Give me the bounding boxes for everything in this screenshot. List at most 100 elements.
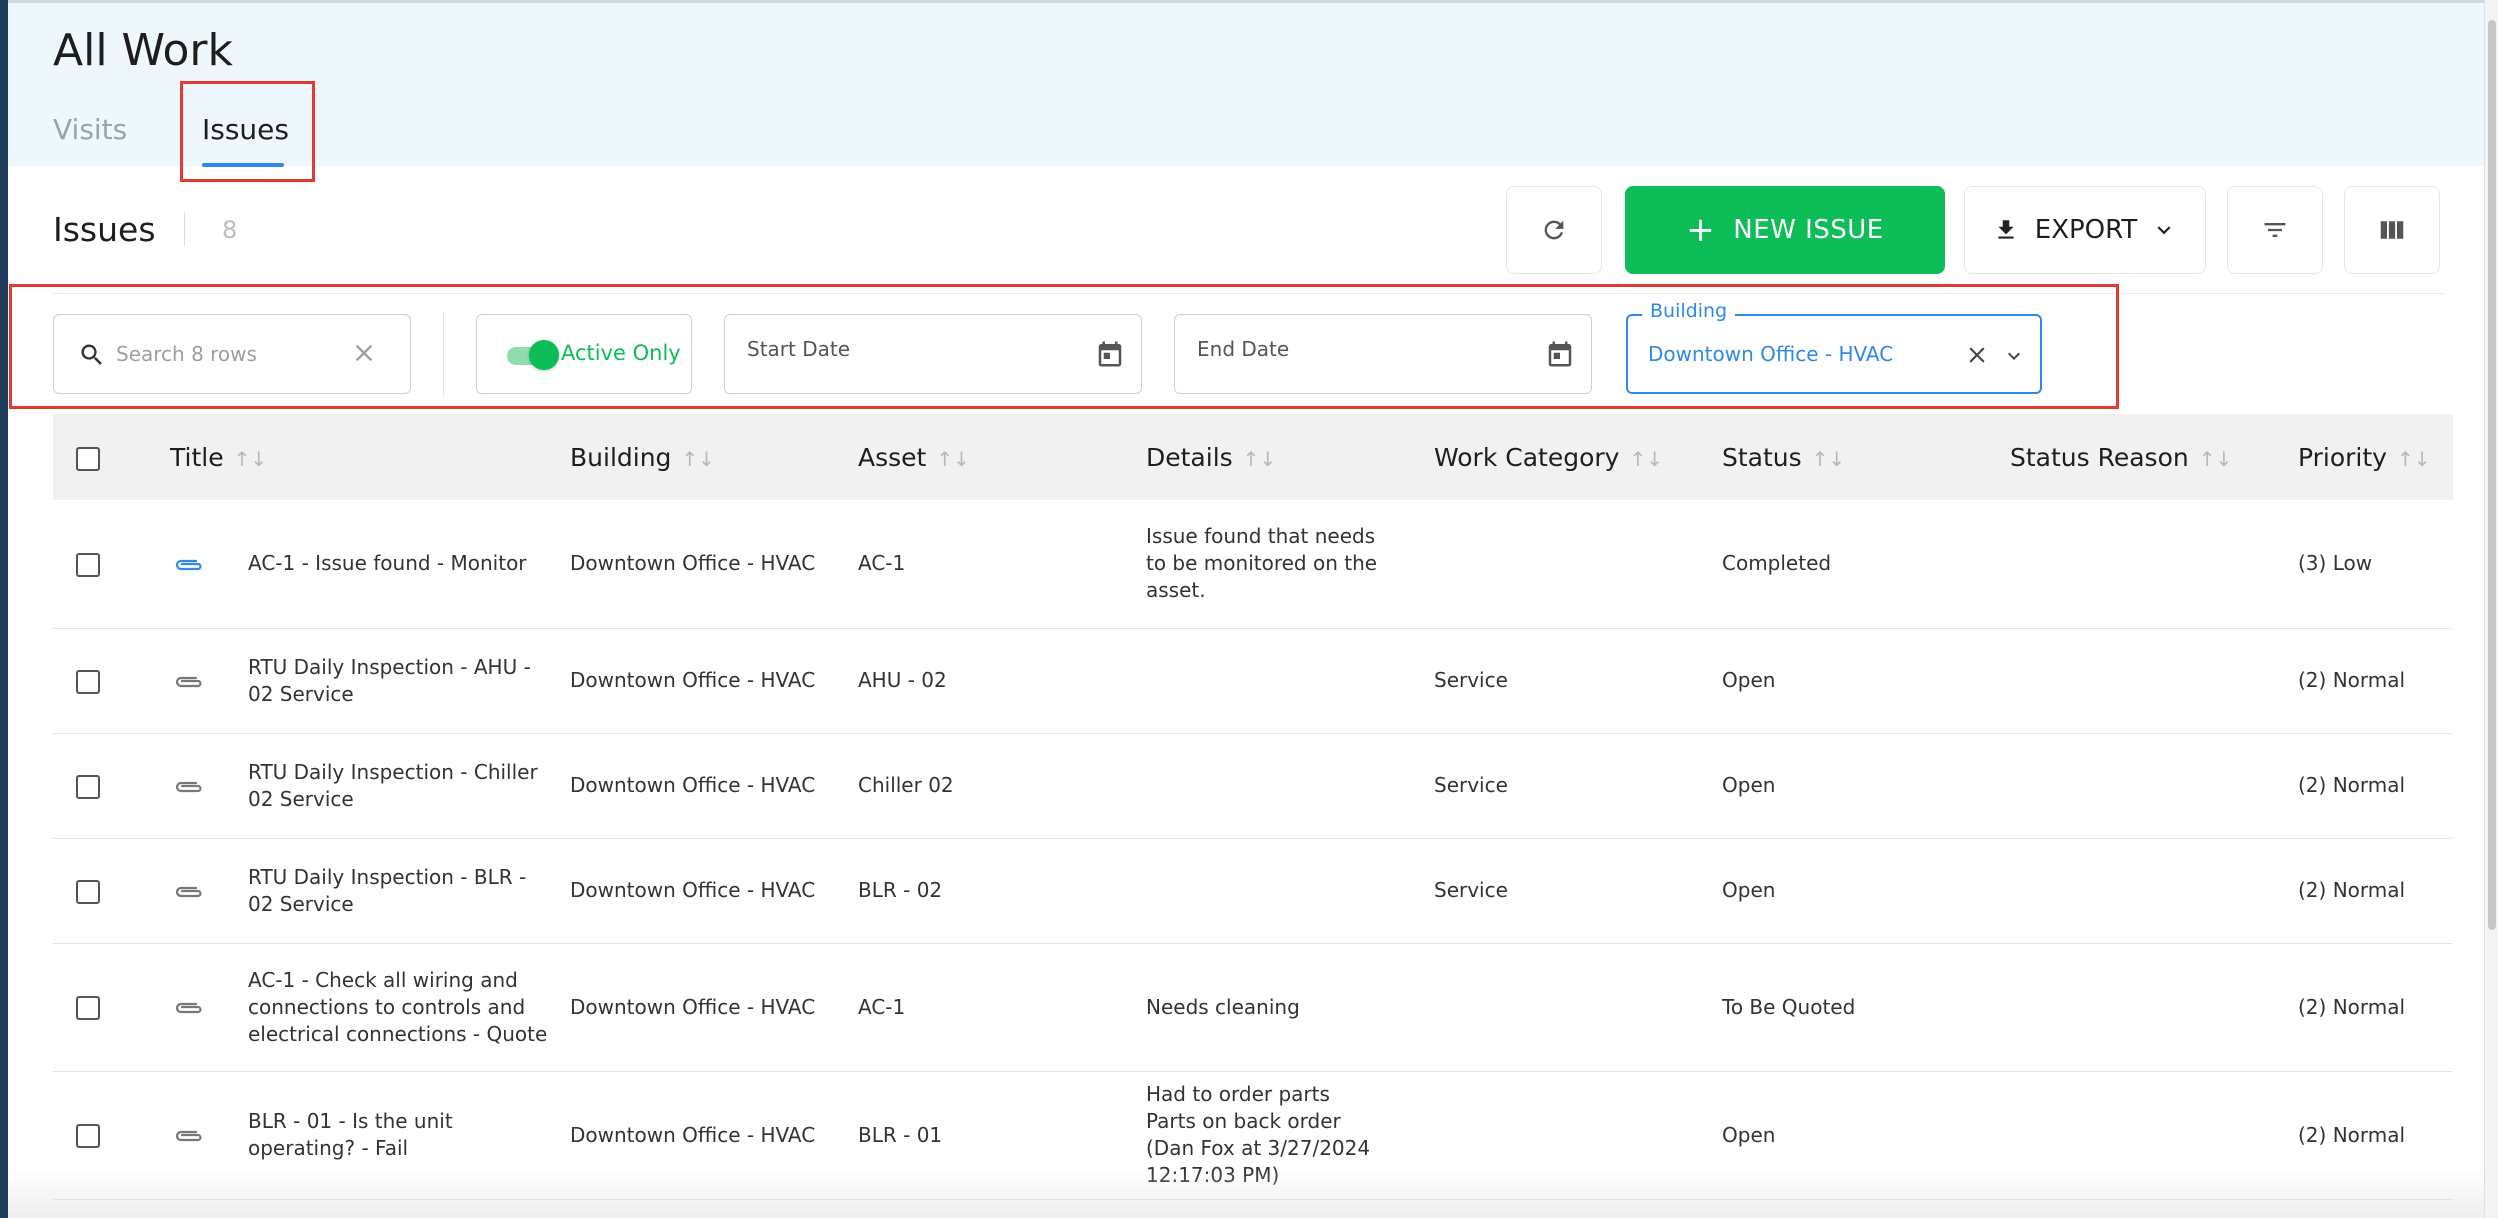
export-button[interactable]: EXPORT <box>1964 186 2206 274</box>
row-checkbox[interactable] <box>76 552 100 577</box>
issue-title-link[interactable]: RTU Daily Inspection - Chiller 02 Servic… <box>248 759 560 813</box>
end-date-field[interactable]: End Date <box>1174 314 1592 394</box>
column-label: Status <box>1722 442 1802 472</box>
title-divider <box>184 212 185 246</box>
refresh-button[interactable] <box>1506 186 1602 274</box>
work-category-cell: Service <box>1424 838 1712 944</box>
asset-cell: AC-1 <box>848 500 1136 629</box>
new-issue-button[interactable]: + NEW ISSUE <box>1625 186 1945 274</box>
asset-cell: BLR - 02 <box>848 838 1136 944</box>
tab-visits[interactable]: Visits <box>53 113 127 146</box>
filter-list-icon <box>2264 223 2286 237</box>
column-label: Title <box>170 442 224 472</box>
building-cell: Downtown Office - HVAC <box>560 943 848 1072</box>
status-cell: Open <box>1712 1071 2000 1200</box>
work-category-cell: Service <box>1424 733 1712 839</box>
search-field[interactable] <box>53 314 411 394</box>
chevron-down-icon[interactable] <box>2002 344 2026 368</box>
sort-icon[interactable]: ↑↓ <box>234 447 268 471</box>
status-cell: Open <box>1712 628 2000 734</box>
vertical-scrollbar[interactable] <box>2484 0 2498 1218</box>
select-all-checkbox[interactable] <box>76 446 100 471</box>
building-select[interactable]: Building Downtown Office - HVAC <box>1626 300 2042 394</box>
asset-cell: AHU - 02 <box>848 628 1136 734</box>
details-cell <box>1136 733 1424 839</box>
title-cell: AC-1 - Issue found - Monitor <box>160 500 560 629</box>
sort-icon[interactable]: ↑↓ <box>1812 447 1846 471</box>
building-cell: Downtown Office - HVAC <box>560 628 848 734</box>
column-header-asset[interactable]: Asset ↑↓ <box>848 414 1136 500</box>
row-checkbox[interactable] <box>76 669 100 694</box>
building-value: Downtown Office - HVAC <box>1648 342 1894 366</box>
toolbar-divider <box>53 293 2443 294</box>
row-count: 8 <box>222 216 238 244</box>
sort-icon[interactable]: ↑↓ <box>1629 447 1663 471</box>
issue-title-link[interactable]: BLR - 01 - Is the unit operating? - Fail <box>248 1108 560 1162</box>
priority-cell: (2) Normal <box>2288 733 2453 839</box>
table-row[interactable]: BLR - 01 - Is the unit operating? - Fail… <box>53 1071 2453 1200</box>
column-header-building[interactable]: Building ↑↓ <box>560 414 848 500</box>
table-row[interactable]: RTU Daily Inspection - BLR - 02 Service … <box>53 838 2453 944</box>
sort-icon[interactable]: ↑↓ <box>2199 447 2233 471</box>
work-category-cell <box>1424 943 1712 1072</box>
priority-cell: (2) Normal <box>2288 1071 2453 1200</box>
sort-icon[interactable]: ↑↓ <box>1243 447 1277 471</box>
priority-cell: (2) Normal <box>2288 628 2453 734</box>
active-only-label: Active Only <box>561 341 681 365</box>
row-checkbox[interactable] <box>76 774 100 799</box>
row-checkbox[interactable] <box>76 879 100 904</box>
sort-icon[interactable]: ↑↓ <box>936 447 970 471</box>
sort-icon[interactable]: ↑↓ <box>2397 447 2431 471</box>
column-header-priority[interactable]: Priority ↑↓ <box>2288 414 2453 500</box>
column-label: Details <box>1146 442 1233 472</box>
column-label: Asset <box>858 442 927 472</box>
sort-icon[interactable]: ↑↓ <box>681 447 715 471</box>
column-header-status-reason[interactable]: Status Reason ↑↓ <box>2000 414 2288 500</box>
column-header-status[interactable]: Status ↑↓ <box>1712 414 2000 500</box>
attachment-icon <box>175 781 202 792</box>
active-only-toggle[interactable]: Active Only <box>476 314 692 394</box>
page-header: All Work Visits Issues <box>8 0 2484 167</box>
title-cell: RTU Daily Inspection - Chiller 02 Servic… <box>160 733 560 839</box>
column-header-details[interactable]: Details ↑↓ <box>1136 414 1424 500</box>
clear-building-icon[interactable] <box>1964 342 1990 368</box>
column-header-title[interactable]: Title ↑↓ <box>160 414 560 500</box>
row-checkbox[interactable] <box>76 1124 100 1148</box>
columns-button[interactable] <box>2344 186 2440 274</box>
status-reason-cell <box>2000 943 2288 1072</box>
tab-issues[interactable]: Issues <box>202 113 289 146</box>
issue-title-link[interactable]: RTU Daily Inspection - AHU - 02 Service <box>248 654 560 708</box>
column-header-work-category[interactable]: Work Category ↑↓ <box>1424 414 1712 500</box>
clear-search-icon[interactable] <box>350 339 378 367</box>
page-title: All Work <box>53 25 233 76</box>
issue-title-link[interactable]: AC-1 - Issue found - Monitor <box>248 550 537 577</box>
select-all-cell <box>53 414 160 500</box>
row-select-cell <box>53 628 160 734</box>
start-date-field[interactable]: Start Date <box>724 314 1142 394</box>
export-label: EXPORT <box>2034 215 2138 245</box>
section-title: Issues <box>53 210 156 249</box>
calendar-icon[interactable] <box>1545 339 1575 369</box>
calendar-icon[interactable] <box>1095 339 1125 369</box>
details-cell: Had to order parts Parts on back order (… <box>1136 1071 1424 1200</box>
issue-title-link[interactable]: AC-1 - Check all wiring and connections … <box>248 967 560 1048</box>
status-cell: To Be Quoted <box>1712 943 2000 1072</box>
attachment-icon <box>175 559 202 570</box>
filter-button[interactable] <box>2227 186 2323 274</box>
building-cell: Downtown Office - HVAC <box>560 500 848 629</box>
column-label: Status Reason <box>2010 442 2189 472</box>
title-cell: AC-1 - Check all wiring and connections … <box>160 943 560 1072</box>
scrollbar-thumb[interactable] <box>2488 20 2496 930</box>
column-label: Building <box>570 442 672 472</box>
building-cell: Downtown Office - HVAC <box>560 1071 848 1200</box>
issue-title-link[interactable]: RTU Daily Inspection - BLR - 02 Service <box>248 864 560 918</box>
row-checkbox[interactable] <box>76 996 100 1020</box>
asset-cell: Chiller 02 <box>848 733 1136 839</box>
table-row[interactable]: RTU Daily Inspection - Chiller 02 Servic… <box>53 733 2453 839</box>
table-row[interactable]: RTU Daily Inspection - AHU - 02 Service … <box>53 628 2453 734</box>
toggle-knob <box>529 340 559 370</box>
table-row[interactable]: AC-1 - Issue found - Monitor Downtown Of… <box>53 500 2453 629</box>
search-input[interactable] <box>114 333 334 375</box>
table-row[interactable]: AC-1 - Check all wiring and connections … <box>53 943 2453 1072</box>
work-category-cell: Service <box>1424 628 1712 734</box>
